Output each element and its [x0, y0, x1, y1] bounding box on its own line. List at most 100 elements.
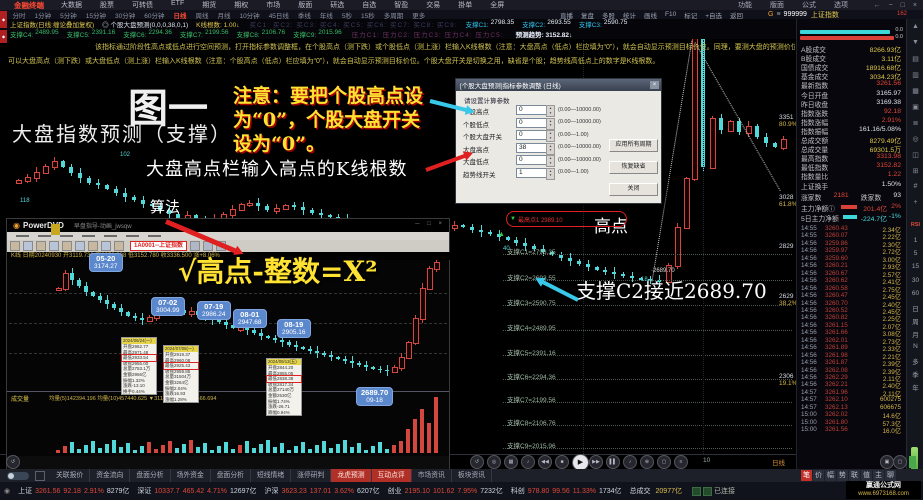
playback-fullscreen-button[interactable]: ▢ [657, 455, 671, 469]
quick-6[interactable]: 标记 [684, 10, 697, 20]
menu-item-8[interactable]: 研选 [330, 0, 344, 10]
bottom-tab-3[interactable]: 场外资金 [171, 469, 211, 482]
period-3[interactable]: 15分钟 [86, 10, 106, 20]
bottom-tab-0[interactable]: 关联报价 [50, 469, 90, 482]
period-5[interactable]: 60分钟 [144, 10, 164, 20]
field-input-4[interactable]: 0 [516, 155, 548, 165]
playback-loop-button[interactable]: ↺ [6, 455, 20, 469]
strip-icon-10[interactable]: # [907, 183, 923, 190]
period-13[interactable]: 5秒 [342, 10, 352, 20]
menu-item-10[interactable]: 智盈 [394, 0, 408, 10]
spinner-5[interactable]: ▴ ▾ [546, 168, 555, 180]
stock-code-box[interactable]: G ≡ 999999 上证指数 [768, 10, 839, 19]
window-control-3[interactable]: × [913, 2, 917, 9]
quick-5[interactable]: F10 [665, 11, 676, 18]
period-15[interactable]: 多周期 [384, 10, 404, 20]
restore-default-button[interactable]: 恢复缺省 [609, 161, 658, 174]
field-input-5[interactable]: 1 [516, 168, 548, 178]
playback-zoom-in-button[interactable]: ⊕ [640, 455, 654, 469]
menu-item-6[interactable]: 市场 [266, 0, 280, 10]
period-2[interactable]: 5分钟 [60, 10, 77, 20]
strip-period-2[interactable]: 15 [907, 263, 923, 270]
strip-icon-2[interactable]: ▤ [907, 55, 923, 63]
strip-period-6[interactable]: 周 [907, 316, 923, 326]
period-12[interactable]: 年线 [320, 10, 333, 20]
menu-right-3[interactable]: 选项 [834, 0, 848, 10]
menu-item-4[interactable]: 期货 [202, 0, 216, 10]
menu-item-3[interactable]: ETF [171, 0, 184, 10]
period-8[interactable]: 月线 [217, 10, 230, 20]
playback-next-button[interactable]: ▶▶ [589, 455, 603, 469]
playback-expand-button[interactable]: ▢ [893, 455, 907, 469]
playback-stop-button[interactable]: ■ [555, 455, 569, 469]
strip-period-10[interactable]: 季 [907, 369, 923, 379]
close-button[interactable]: 关闭 [609, 183, 658, 196]
bottom-tab-7[interactable]: 龙虎预测 [331, 469, 371, 482]
side-tab[interactable]: ◆ [0, 30, 7, 43]
strip-period-3[interactable]: 30 [907, 277, 923, 284]
toolbar-icon[interactable] [10, 241, 20, 251]
menu-right-0[interactable]: 功能 [738, 0, 752, 10]
strip-period-5[interactable]: 日 [907, 303, 923, 313]
period-10[interactable]: 45日线 [269, 10, 289, 20]
spinner-2[interactable]: ▴ ▾ [546, 130, 555, 142]
bottom-tab-9[interactable]: 市场资讯 [412, 469, 452, 482]
powerdvd-window-controls[interactable]: ─ □ × [415, 221, 445, 227]
toolbar-icon[interactable] [88, 241, 98, 251]
menu-item-11[interactable]: 交易 [426, 0, 440, 10]
strip-period-11[interactable]: 年 [907, 382, 923, 392]
period-0[interactable]: 分时 [13, 10, 26, 20]
window-control-1[interactable]: − [889, 2, 893, 9]
menu-item-2[interactable]: 可转债 [132, 0, 153, 10]
menu-right-1[interactable]: 版面 [770, 0, 784, 10]
strip-icon-8[interactable]: ◫ [907, 151, 923, 159]
strip-icon-9[interactable]: ⊞ [907, 167, 923, 175]
bottom-tab-10[interactable]: 板块资讯 [452, 469, 492, 482]
layout-icon[interactable] [35, 471, 45, 481]
quick-8[interactable]: 返回 [730, 10, 743, 20]
close-icon[interactable]: × [650, 81, 659, 89]
menu-item-7[interactable]: 版面 [298, 0, 312, 10]
playback-pip-button[interactable]: ▣ [880, 455, 894, 469]
toolbar-icon[interactable] [114, 241, 124, 251]
side-tab[interactable]: ◆ [0, 11, 7, 28]
period-6[interactable]: 日线 [173, 10, 186, 20]
strip-period-9[interactable]: 多 [907, 356, 923, 366]
playback-capture-button[interactable]: ◎ [487, 455, 501, 469]
strip-icon-6[interactable]: ≣ [907, 119, 923, 127]
toolbar-icon[interactable] [36, 241, 46, 251]
strip-icon-1[interactable]: ▼ [907, 39, 923, 46]
period-9[interactable]: 10分钟 [239, 10, 259, 20]
strip-period-4[interactable]: 60 [907, 290, 923, 297]
playback-mute-button[interactable]: ♪ [521, 455, 535, 469]
toolbar-icon[interactable] [62, 241, 72, 251]
strip-period-1[interactable]: 5 [907, 250, 923, 257]
mini-tab-2[interactable]: 幅 [825, 470, 836, 481]
indicator-name[interactable]: ◎ 个股大盘预测(0,0,0,38,0,1) [102, 19, 188, 29]
bottom-tab-2[interactable]: 盘面分析 [130, 469, 170, 482]
rsi-button[interactable]: RSI [907, 222, 923, 228]
window-control-2[interactable]: □ [901, 2, 905, 9]
period-14[interactable]: 15秒 [361, 10, 375, 20]
quick-1[interactable]: 复盘 [581, 10, 594, 20]
field-input-2[interactable]: 0 [516, 130, 548, 140]
field-input-0[interactable]: 0 [516, 105, 548, 115]
bottom-tab-1[interactable]: 资金流向 [90, 469, 130, 482]
playback-previous-button[interactable]: ◀◀ [538, 455, 552, 469]
menu-item-5[interactable]: 期权 [234, 0, 248, 10]
menu-item-13[interactable]: 全屏 [490, 0, 504, 10]
mini-tab-7[interactable]: 聊 [885, 470, 896, 481]
spinner-1[interactable]: ▴ ▾ [546, 118, 555, 130]
playback-loop-button[interactable]: ↺ [470, 455, 484, 469]
strip-period-7[interactable]: 月 [907, 329, 923, 339]
dialog-titlebar[interactable]: [个股大盘预测]指标参数调整 (日线) [456, 79, 661, 91]
spinner-4[interactable]: ▴ ▾ [546, 155, 555, 167]
mini-tab-4[interactable]: 联 [849, 470, 860, 481]
bottom-tab-5[interactable]: 短线情绪 [251, 469, 291, 482]
toolbar-icon[interactable] [23, 241, 33, 251]
mini-tab-0[interactable]: 笔 [801, 470, 812, 481]
toggle-switch[interactable] [7, 472, 29, 480]
strip-icon-3[interactable]: ▥ [907, 71, 923, 79]
bottom-tab-8[interactable]: 互动点评 [372, 469, 412, 482]
mini-tab-3[interactable]: 势 [837, 470, 848, 481]
